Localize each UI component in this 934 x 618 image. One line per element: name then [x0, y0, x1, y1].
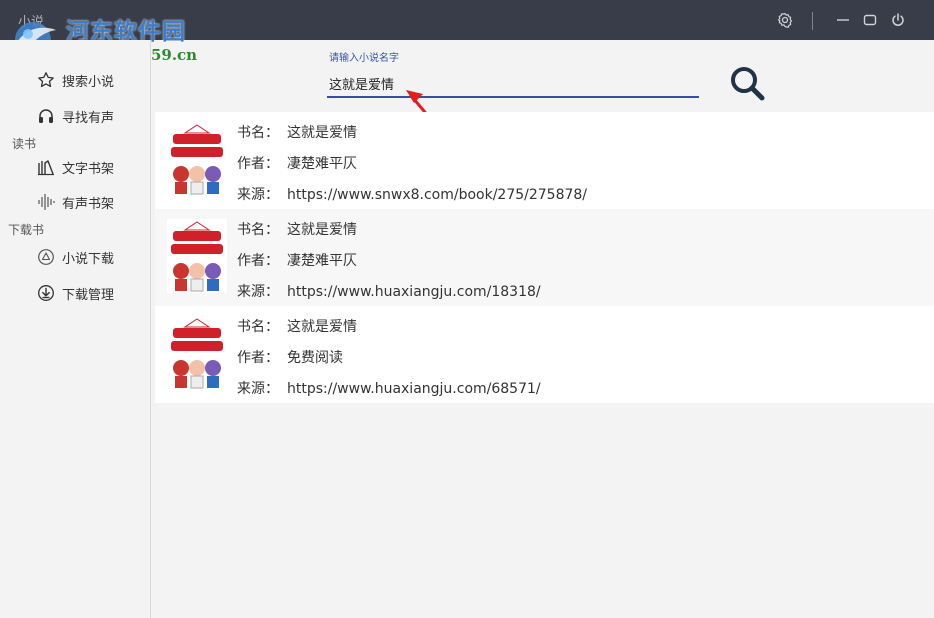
book-label: 书名： [237, 319, 279, 335]
result-book-line: 书名： 这就是爱情 [237, 219, 357, 239]
list-item[interactable]: 书名： 这就是爱情 作者： 凄楚难平仄 来源： https://www.huaxian… [155, 209, 934, 306]
list-item[interactable]: 书名： 这就是爱情 作者： 凄楚难平仄 来源： https://www.snwx8.c… [155, 112, 934, 209]
search-icon [731, 67, 765, 101]
power-icon[interactable] [888, 10, 908, 30]
source-label: 来源： [237, 284, 279, 300]
sidebar-item-label: 小说下载 [62, 251, 115, 267]
sidebar-item-novel-download[interactable]: 小说下载 [36, 244, 114, 270]
download-circle-icon [36, 283, 56, 303]
search-label: 请输入小说名字 [329, 53, 399, 64]
author-label: 作者： [237, 156, 279, 172]
book-source: https://www.huaxiangju.com/18318/ [287, 284, 541, 300]
sidebar: 搜索小说 寻找有声 读书 文字书架 有声书架 下载书 小说下载 下载管理 [0, 40, 151, 618]
result-book-line: 书名： 这就是爱情 [237, 122, 357, 142]
book-author: 凄楚难平仄 [287, 156, 357, 172]
sidebar-item-label: 文字书架 [62, 161, 115, 177]
sidebar-item-label: 寻找有声 [62, 110, 115, 126]
section-label-read: 读书 [12, 137, 37, 151]
book-author: 免费阅读 [287, 350, 343, 366]
titlebar-divider [812, 12, 813, 30]
sidebar-item-download-manager[interactable]: 下载管理 [36, 280, 114, 306]
book-source: https://www.snwx8.com/book/275/275878/ [287, 187, 588, 203]
result-author-line: 作者： 凄楚难平仄 [237, 153, 357, 173]
book-cover-image [167, 316, 227, 390]
sidebar-item-find-audio[interactable]: 寻找有声 [36, 103, 114, 129]
minimize-icon[interactable] [833, 10, 853, 30]
source-label: 来源： [237, 381, 279, 397]
result-source-line: 来源： https://www.huaxiangju.com/18318/ [237, 281, 541, 301]
book-label: 书名： [237, 222, 279, 238]
maximize-icon[interactable] [860, 10, 880, 30]
sidebar-item-label: 搜索小说 [62, 74, 115, 90]
sidebar-item-search-novel[interactable]: 搜索小说 [36, 67, 114, 93]
result-author-line: 作者： 免费阅读 [237, 347, 343, 367]
list-item[interactable]: 书名： 这就是爱情 作者： 免费阅读 来源： https://www.huaxiang… [155, 306, 934, 403]
book-cover-image [167, 219, 227, 293]
section-label-download: 下载书 [8, 223, 45, 237]
book-cover-image [167, 122, 227, 196]
search-input[interactable] [327, 70, 699, 98]
author-label: 作者： [237, 350, 279, 366]
result-author-line: 作者： 凄楚难平仄 [237, 250, 357, 270]
book-title: 这就是爱情 [287, 222, 357, 238]
circle-triangle-icon [36, 247, 56, 267]
author-label: 作者： [237, 253, 279, 269]
book-title: 这就是爱情 [287, 319, 357, 335]
settings-icon[interactable] [775, 10, 795, 30]
sidebar-item-audio-shelf[interactable]: 有声书架 [36, 189, 114, 215]
results-list: 书名： 这就是爱情 作者： 凄楚难平仄 来源： https://www.snwx8.c… [155, 112, 934, 403]
sidebar-item-text-shelf[interactable]: 文字书架 [36, 154, 114, 180]
star-icon [36, 70, 56, 90]
sidebar-item-label: 下载管理 [62, 287, 115, 303]
result-source-line: 来源： https://www.huaxiangju.com/68571/ [237, 378, 541, 398]
search-button[interactable] [728, 64, 766, 102]
source-label: 来源： [237, 187, 279, 203]
headphones-icon [36, 106, 56, 126]
book-source: https://www.huaxiangju.com/68571/ [287, 381, 541, 397]
book-author: 凄楚难平仄 [287, 253, 357, 269]
result-book-line: 书名： 这就是爱情 [237, 316, 357, 336]
waveform-icon [36, 192, 56, 212]
sidebar-item-label: 有声书架 [62, 196, 115, 212]
book-title: 这就是爱情 [287, 125, 357, 141]
book-label: 书名： [237, 125, 279, 141]
result-source-line: 来源： https://www.snwx8.com/book/275/275878… [237, 184, 587, 204]
books-icon [36, 157, 56, 177]
